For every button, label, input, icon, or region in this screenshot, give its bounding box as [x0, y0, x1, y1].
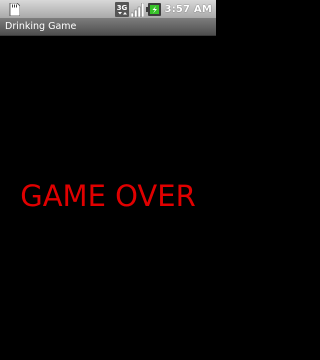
title-bar: Drinking Game	[0, 19, 216, 36]
signal-icon	[130, 2, 144, 17]
app-title: Drinking Game	[5, 21, 77, 32]
app-screen: 3G 3:57 AM Drinking Game GAME OVER	[0, 0, 216, 360]
sd-card-icon	[9, 3, 20, 16]
game-over-message: GAME OVER	[20, 179, 196, 213]
status-icons: 3G 3:57 AM	[114, 1, 212, 18]
status-bar: 3G 3:57 AM	[0, 0, 216, 19]
svg-text:3G: 3G	[116, 4, 127, 12]
3g-data-icon: 3G	[114, 2, 129, 17]
battery-icon	[145, 3, 161, 16]
status-time: 3:57 AM	[164, 4, 212, 15]
game-content: GAME OVER	[0, 36, 216, 360]
